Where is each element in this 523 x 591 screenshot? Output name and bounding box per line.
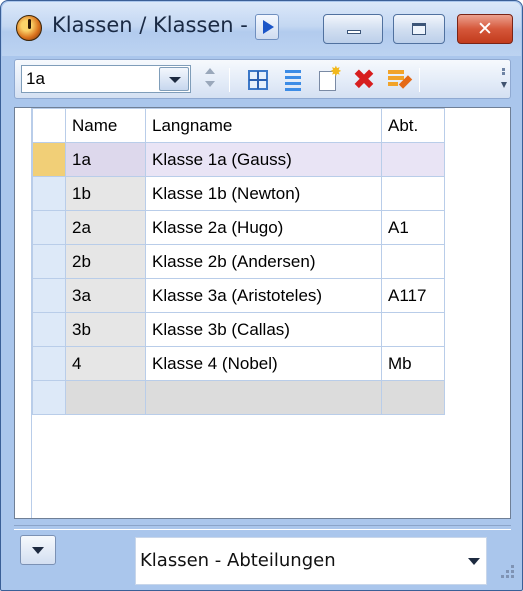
- table-row[interactable]: 2a Klasse 2a (Hugo) A1: [32, 210, 445, 245]
- play-arrow-icon[interactable]: [255, 14, 279, 40]
- row-indicator[interactable]: [32, 244, 66, 279]
- cell-abt[interactable]: [381, 312, 445, 347]
- new-record-icon[interactable]: ✸: [312, 65, 342, 95]
- footer-separator: [14, 525, 511, 530]
- data-grid: Name Langname Abt. 1a Klasse 1a (Gauss) …: [14, 107, 511, 519]
- spin-up-icon[interactable]: [205, 68, 215, 74]
- maximize-icon: [412, 23, 426, 35]
- cell-abt[interactable]: Mb: [381, 346, 445, 381]
- cell-langname[interactable]: Klasse 3a (Aristoteles): [145, 278, 382, 313]
- grid-view-icon[interactable]: [243, 65, 273, 95]
- resize-grip-icon[interactable]: [497, 561, 517, 581]
- cell-langname[interactable]: Klasse 4 (Nobel): [145, 346, 382, 381]
- app-clock-icon[interactable]: [16, 15, 42, 41]
- cell-name[interactable]: 1b: [65, 176, 146, 211]
- cell-langname[interactable]: Klasse 1a (Gauss): [145, 142, 382, 177]
- list-view-icon[interactable]: [277, 65, 307, 95]
- maximize-button[interactable]: [393, 14, 445, 44]
- window-title: Klassen / Klassen - A: [52, 13, 252, 37]
- close-icon: ✕: [477, 18, 493, 40]
- row-indicator[interactable]: [32, 380, 66, 415]
- row-indicator[interactable]: [32, 176, 66, 211]
- cell-abt[interactable]: A117: [381, 278, 445, 313]
- cell-name[interactable]: 4: [65, 346, 146, 381]
- table-row[interactable]: 2b Klasse 2b (Andersen): [32, 244, 445, 279]
- title-bar[interactable]: Klassen / Klassen - A ✕: [2, 2, 521, 56]
- minimize-icon: [347, 30, 361, 34]
- cell-langname[interactable]: [145, 380, 382, 415]
- cell-langname[interactable]: Klasse 2a (Hugo): [145, 210, 382, 245]
- cell-name[interactable]: 2a: [65, 210, 146, 245]
- cell-abt[interactable]: [381, 244, 445, 279]
- header-indicator: [32, 108, 66, 143]
- cell-name[interactable]: 3a: [65, 278, 146, 313]
- table-row[interactable]: 3b Klasse 3b (Callas): [32, 312, 445, 347]
- minimize-button[interactable]: [323, 14, 383, 44]
- toolbar-overflow-icon[interactable]: [501, 66, 507, 94]
- row-indicator[interactable]: [32, 278, 66, 313]
- column-header-langname[interactable]: Langname: [145, 108, 382, 143]
- row-indicator[interactable]: [32, 210, 66, 245]
- table-row[interactable]: 3a Klasse 3a (Aristoteles) A117: [32, 278, 445, 313]
- klassen-window: Klassen / Klassen - A ✕ 1a ✸ ✖ Name Lang…: [0, 0, 523, 591]
- view-select-value: Klassen - Abteilungen: [140, 550, 336, 571]
- footer-menu-button[interactable]: [20, 535, 56, 565]
- column-header-abt[interactable]: Abt.: [381, 108, 445, 143]
- cell-langname[interactable]: Klasse 1b (Newton): [145, 176, 382, 211]
- delete-icon[interactable]: ✖: [349, 65, 379, 95]
- new-record-row[interactable]: [32, 380, 445, 415]
- view-select[interactable]: Klassen - Abteilungen: [135, 537, 487, 585]
- class-selector-combo[interactable]: 1a: [21, 65, 191, 93]
- row-indicator[interactable]: [32, 312, 66, 347]
- grid-left-rail: [15, 108, 32, 518]
- cell-abt[interactable]: [381, 176, 445, 211]
- cell-abt[interactable]: [381, 380, 445, 415]
- header-row: Name Langname Abt.: [32, 108, 445, 143]
- spinner-icon[interactable]: [203, 65, 217, 93]
- cell-name[interactable]: 1a: [65, 142, 146, 177]
- edit-icon[interactable]: [383, 65, 413, 95]
- row-indicator[interactable]: [32, 142, 66, 177]
- close-button[interactable]: ✕: [457, 14, 513, 44]
- cell-name[interactable]: 3b: [65, 312, 146, 347]
- table-row[interactable]: 4 Klasse 4 (Nobel) Mb: [32, 346, 445, 381]
- cell-abt[interactable]: A1: [381, 210, 445, 245]
- class-table: Name Langname Abt. 1a Klasse 1a (Gauss) …: [32, 108, 445, 415]
- chevron-down-icon[interactable]: [159, 67, 189, 91]
- cell-name[interactable]: [65, 380, 146, 415]
- spin-down-icon[interactable]: [205, 81, 215, 87]
- toolbar-separator: [229, 68, 230, 92]
- class-selector-value: 1a: [26, 69, 45, 88]
- toolbar: 1a ✸ ✖: [14, 59, 511, 99]
- row-indicator[interactable]: [32, 346, 66, 381]
- table-row[interactable]: 1b Klasse 1b (Newton): [32, 176, 445, 211]
- chevron-down-icon[interactable]: [468, 558, 480, 565]
- toolbar-separator: [419, 68, 420, 92]
- cell-langname[interactable]: Klasse 3b (Callas): [145, 312, 382, 347]
- cell-name[interactable]: 2b: [65, 244, 146, 279]
- column-header-name[interactable]: Name: [65, 108, 146, 143]
- cell-langname[interactable]: Klasse 2b (Andersen): [145, 244, 382, 279]
- table-row[interactable]: 1a Klasse 1a (Gauss): [32, 142, 445, 177]
- cell-abt[interactable]: [381, 142, 445, 177]
